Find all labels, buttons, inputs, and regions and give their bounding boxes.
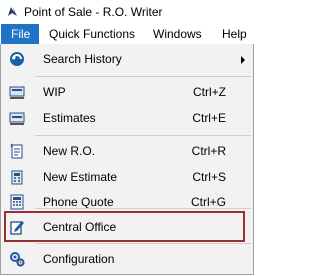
menu-windows-label: Windows [153,27,202,41]
menu-item-label: Search History [43,52,122,66]
phone-quote-icon [10,194,24,210]
menu-separator [35,208,251,209]
menu-item-shortcut: Ctrl+G [190,195,226,209]
menu-item-label: New R.O. [43,144,96,158]
submenu-arrow-icon [241,56,245,64]
menu-quick-functions[interactable]: Quick Functions [49,24,135,44]
menu-help-label: Help [222,27,247,41]
menu-file[interactable]: File [1,24,39,44]
menu-quick-functions-label: Quick Functions [49,27,136,41]
menu-item-label: Estimates [43,111,96,125]
menu-item-label: Phone Quote [43,195,114,209]
wip-icon [9,86,25,99]
menu-windows[interactable]: Windows [153,24,202,44]
estimates-icon [9,112,25,125]
app-logo-icon [8,7,17,16]
menu-bar: File Quick Functions Windows Help [0,24,254,44]
menu-item-shortcut: Ctrl+S [192,170,226,184]
menu-item-estimates[interactable]: Estimates Ctrl+E [1,103,253,133]
file-menu-dropdown: Search History WIP Ctrl+Z Estimates Ctrl… [0,44,254,275]
menu-file-label: File [11,27,31,41]
menu-item-shortcut: Ctrl+E [192,111,226,125]
menu-item-label: Configuration [43,252,115,266]
title-bar: Point of Sale - R.O. Writer [0,0,254,24]
menu-help[interactable]: Help [222,24,247,44]
menu-item-label: New Estimate [43,170,118,184]
menu-item-shortcut: Ctrl+Z [193,85,226,99]
new-estimate-icon [11,170,23,185]
menu-item-shortcut: Ctrl+R [191,144,226,158]
search-history-icon [10,52,24,66]
menu-item-label: WIP [43,85,66,99]
window-title: Point of Sale - R.O. Writer [24,5,163,19]
menu-item-search-history[interactable]: Search History [1,44,253,74]
menu-item-configuration[interactable]: Configuration [1,244,253,274]
highlight-box [4,211,245,242]
new-ro-icon [10,143,23,159]
configuration-icon [10,252,25,267]
